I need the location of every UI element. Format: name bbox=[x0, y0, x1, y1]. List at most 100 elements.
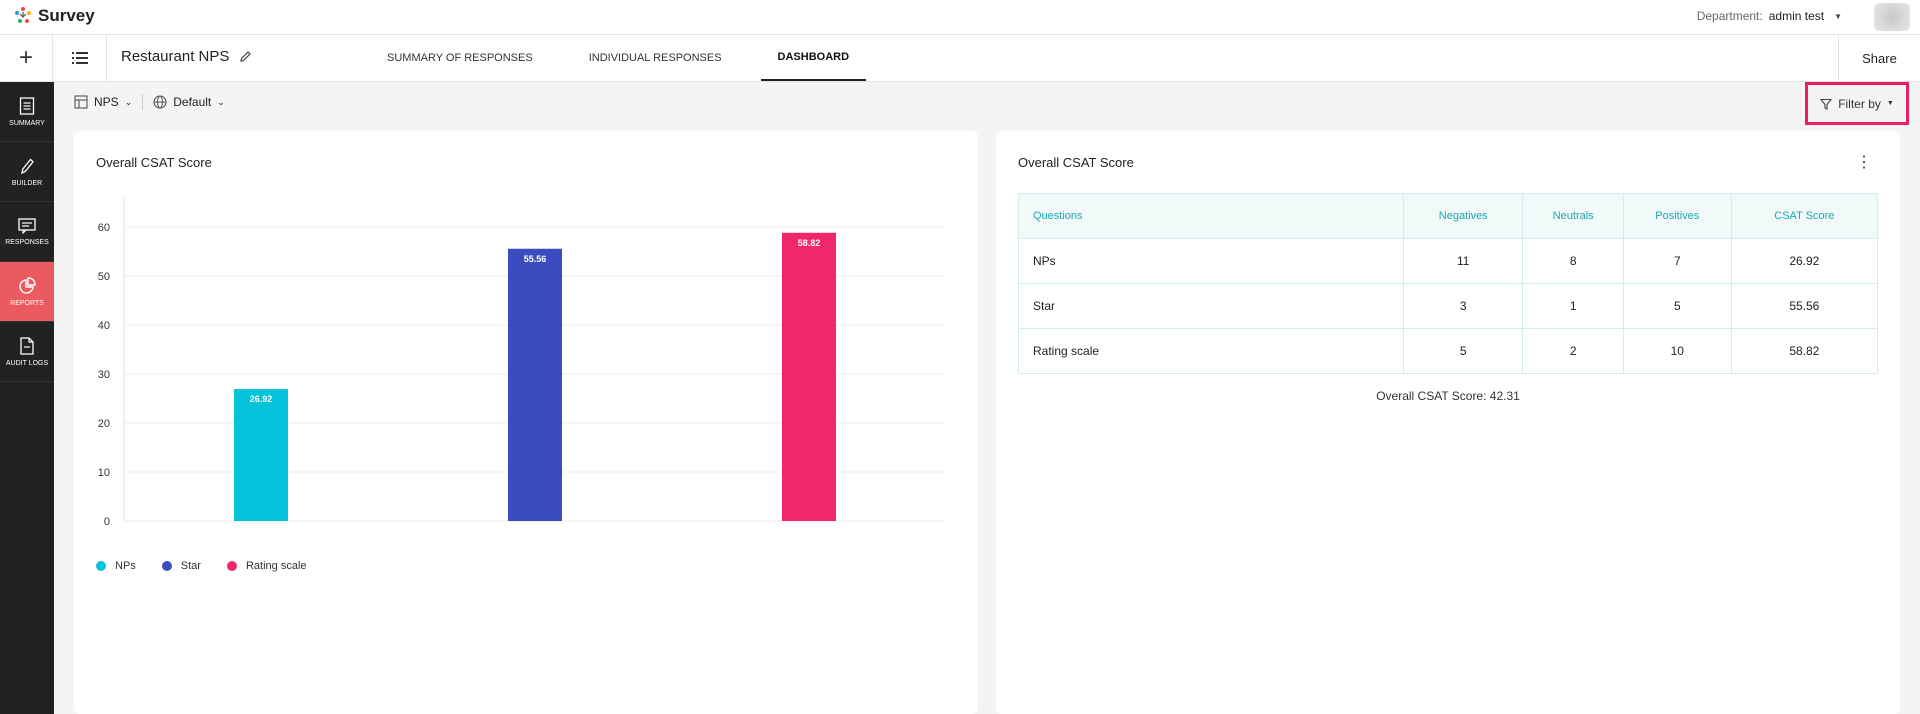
sidebar-item-label: RESPONSES bbox=[5, 238, 49, 246]
sidebar-item-label: BUILDER bbox=[11, 179, 43, 187]
legend-item[interactable]: Star bbox=[161, 560, 201, 572]
table-cell: 1 bbox=[1522, 283, 1624, 329]
column-header-positives: Positives bbox=[1622, 193, 1732, 239]
survey-tabs: SUMMARY OF RESPONSES INDIVIDUAL RESPONSE… bbox=[370, 35, 888, 81]
globe-icon bbox=[153, 95, 167, 109]
table-row: Rating scale 5 2 10 58.82 bbox=[1018, 328, 1879, 374]
legend-label: Rating scale bbox=[245, 560, 307, 572]
pencil-icon bbox=[21, 158, 34, 174]
chart-legend: NPs Star Rating scale bbox=[96, 560, 307, 572]
table-cell: 58.82 bbox=[1730, 328, 1879, 374]
csat-bar-chart: 0 10 20 30 40 50 60 26.92 55.56 58.82 bbox=[98, 197, 946, 528]
report-selector-label: NPS bbox=[94, 95, 119, 109]
y-tick-label: 40 bbox=[98, 320, 110, 332]
bar-value-label: 58.82 bbox=[798, 238, 821, 248]
plus-icon: + bbox=[18, 44, 33, 71]
file-icon bbox=[20, 336, 34, 355]
table-card-title: Overall CSAT Score bbox=[1018, 155, 1134, 170]
bar-value-label: 55.56 bbox=[524, 254, 547, 264]
y-tick-label: 10 bbox=[98, 467, 110, 479]
bar-nps bbox=[234, 389, 288, 521]
menu-button[interactable] bbox=[53, 35, 107, 81]
table-row: NPs 11 8 7 26.92 bbox=[1018, 238, 1879, 284]
report-selector[interactable]: NPS ⌄ bbox=[74, 95, 132, 109]
table-cell: 7 bbox=[1622, 238, 1732, 284]
department-label: Department: bbox=[1696, 9, 1763, 23]
share-button[interactable]: Share bbox=[1838, 35, 1920, 81]
legend-label: Star bbox=[180, 560, 201, 572]
sidebar-item-label: AUDIT LOGS bbox=[5, 359, 49, 367]
bar-rating-scale bbox=[782, 232, 836, 522]
table-cell: Rating scale bbox=[1018, 328, 1404, 374]
sidebar-item-responses[interactable]: RESPONSES bbox=[0, 202, 54, 262]
table-card: Overall CSAT Score ⋮ Questions Negatives… bbox=[996, 131, 1900, 714]
filter-icon bbox=[1820, 98, 1833, 110]
sidebar: SUMMARY BUILDER RESPONSES REPORTS AUDIT … bbox=[0, 82, 54, 714]
table-row: Star 3 1 5 55.56 bbox=[1018, 283, 1879, 329]
y-tick-label: 60 bbox=[98, 222, 110, 234]
sidebar-item-summary[interactable]: SUMMARY bbox=[0, 82, 54, 142]
survey-logo-icon bbox=[15, 7, 31, 23]
chart-card: Overall CSAT Score 0 10 20 30 40 50 60 26.92 55.… bbox=[74, 131, 978, 714]
sidebar-item-audit-logs[interactable]: AUDIT LOGS bbox=[0, 322, 54, 382]
report-toolbar: NPS ⌄ Default ⌄ bbox=[74, 94, 225, 110]
sidebar-item-label: REPORTS bbox=[10, 299, 44, 307]
legend-label: NPs bbox=[115, 560, 136, 572]
pie-chart-icon bbox=[19, 276, 36, 294]
caret-down-icon: ▼ bbox=[1834, 11, 1842, 21]
filter-by-button[interactable]: Filter by ▼ bbox=[1805, 82, 1909, 125]
table-cell: 2 bbox=[1522, 328, 1624, 374]
legend-item[interactable]: NPs bbox=[96, 560, 136, 572]
survey-title-text: Restaurant NPS bbox=[121, 48, 230, 65]
table-cell: 26.92 bbox=[1730, 238, 1879, 284]
chevron-down-icon: ⌄ bbox=[217, 96, 225, 107]
table-cell: 55.56 bbox=[1730, 283, 1879, 329]
app-name: Survey bbox=[38, 6, 95, 25]
department-value: admin test bbox=[1768, 9, 1825, 23]
sidebar-item-label: SUMMARY bbox=[9, 119, 45, 127]
survey-header-bar: + Restaurant NPS SUMMARY OF RESPONSES IN… bbox=[0, 35, 1920, 82]
sidebar-item-reports[interactable]: REPORTS bbox=[0, 262, 54, 322]
table-cell: 11 bbox=[1402, 238, 1524, 284]
bar-star bbox=[508, 248, 562, 522]
column-header-neutrals: Neutrals bbox=[1522, 193, 1624, 239]
table-cell: 5 bbox=[1402, 328, 1524, 374]
bar-value-label: 26.92 bbox=[250, 394, 273, 404]
sidebar-item-builder[interactable]: BUILDER bbox=[0, 142, 54, 202]
legend-item[interactable]: Rating scale bbox=[226, 560, 307, 572]
legend-dot-icon bbox=[96, 561, 106, 571]
filter-by-label: Filter by bbox=[1838, 96, 1881, 111]
legend-dot-icon bbox=[161, 561, 172, 571]
tab-summary-of-responses[interactable]: SUMMARY OF RESPONSES bbox=[370, 35, 550, 81]
tab-dashboard[interactable]: DASHBOARD bbox=[760, 35, 867, 81]
avatar[interactable] bbox=[1874, 3, 1910, 31]
column-header-negatives: Negatives bbox=[1402, 193, 1524, 239]
view-selector[interactable]: Default ⌄ bbox=[153, 95, 225, 109]
column-header-questions: Questions bbox=[1018, 193, 1404, 239]
app-logo[interactable]: Survey bbox=[12, 5, 95, 27]
table-cell: Star bbox=[1018, 283, 1404, 329]
overall-csat-score: Overall CSAT Score: 42.31 bbox=[1376, 389, 1520, 403]
y-tick-label: 20 bbox=[98, 418, 110, 430]
list-icon bbox=[71, 52, 88, 64]
create-button[interactable]: + bbox=[0, 35, 53, 81]
table-cell: 8 bbox=[1522, 238, 1624, 284]
table-header-row: Questions Negatives Neutrals Positives C… bbox=[1018, 193, 1879, 239]
tab-individual-responses[interactable]: INDIVIDUAL RESPONSES bbox=[572, 35, 739, 81]
department-selector[interactable]: Department: admin test ▼ bbox=[1697, 9, 1842, 23]
table-cell: 3 bbox=[1402, 283, 1524, 329]
top-bar: Survey Department: admin test ▼ bbox=[0, 0, 1920, 35]
more-options-icon[interactable]: ⋮ bbox=[1856, 155, 1872, 171]
column-header-csat-score: CSAT Score bbox=[1730, 193, 1879, 239]
responses-icon bbox=[18, 217, 36, 234]
layout-icon bbox=[74, 95, 88, 109]
edit-pencil-icon[interactable] bbox=[239, 50, 252, 63]
table-cell: NPs bbox=[1018, 238, 1404, 284]
document-icon bbox=[19, 96, 35, 115]
y-tick-label: 0 bbox=[104, 516, 110, 528]
toolbar-divider bbox=[142, 94, 144, 110]
y-tick-label: 50 bbox=[98, 271, 110, 283]
csat-table: Questions Negatives Neutrals Positives C… bbox=[1018, 193, 1879, 374]
table-cell: 5 bbox=[1622, 283, 1732, 329]
y-tick-label: 30 bbox=[98, 369, 110, 381]
